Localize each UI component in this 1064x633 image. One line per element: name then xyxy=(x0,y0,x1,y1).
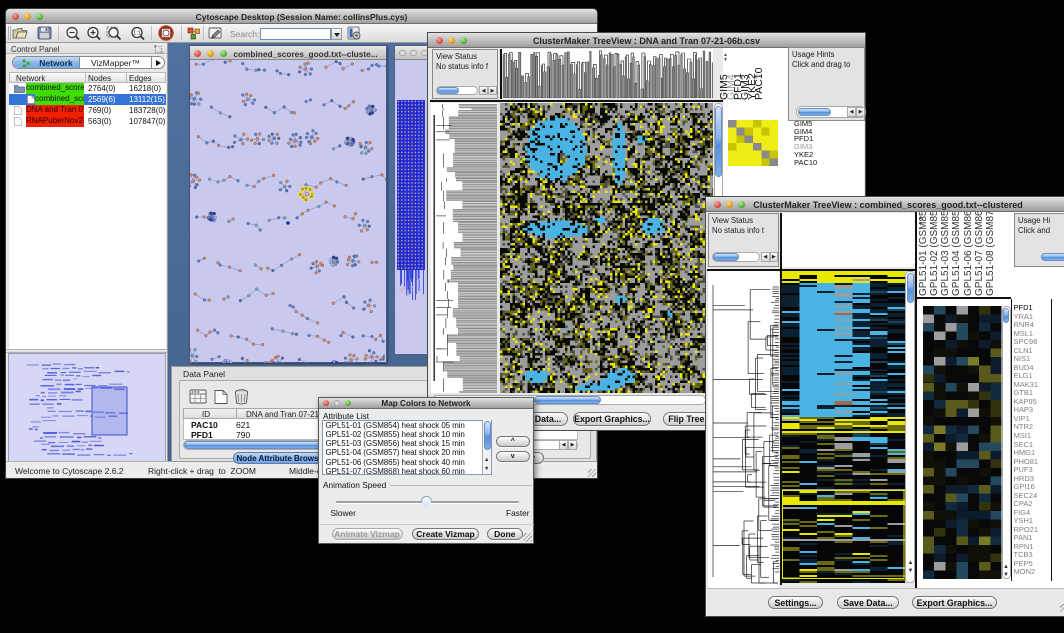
svg-text:1:1: 1:1 xyxy=(133,31,141,37)
